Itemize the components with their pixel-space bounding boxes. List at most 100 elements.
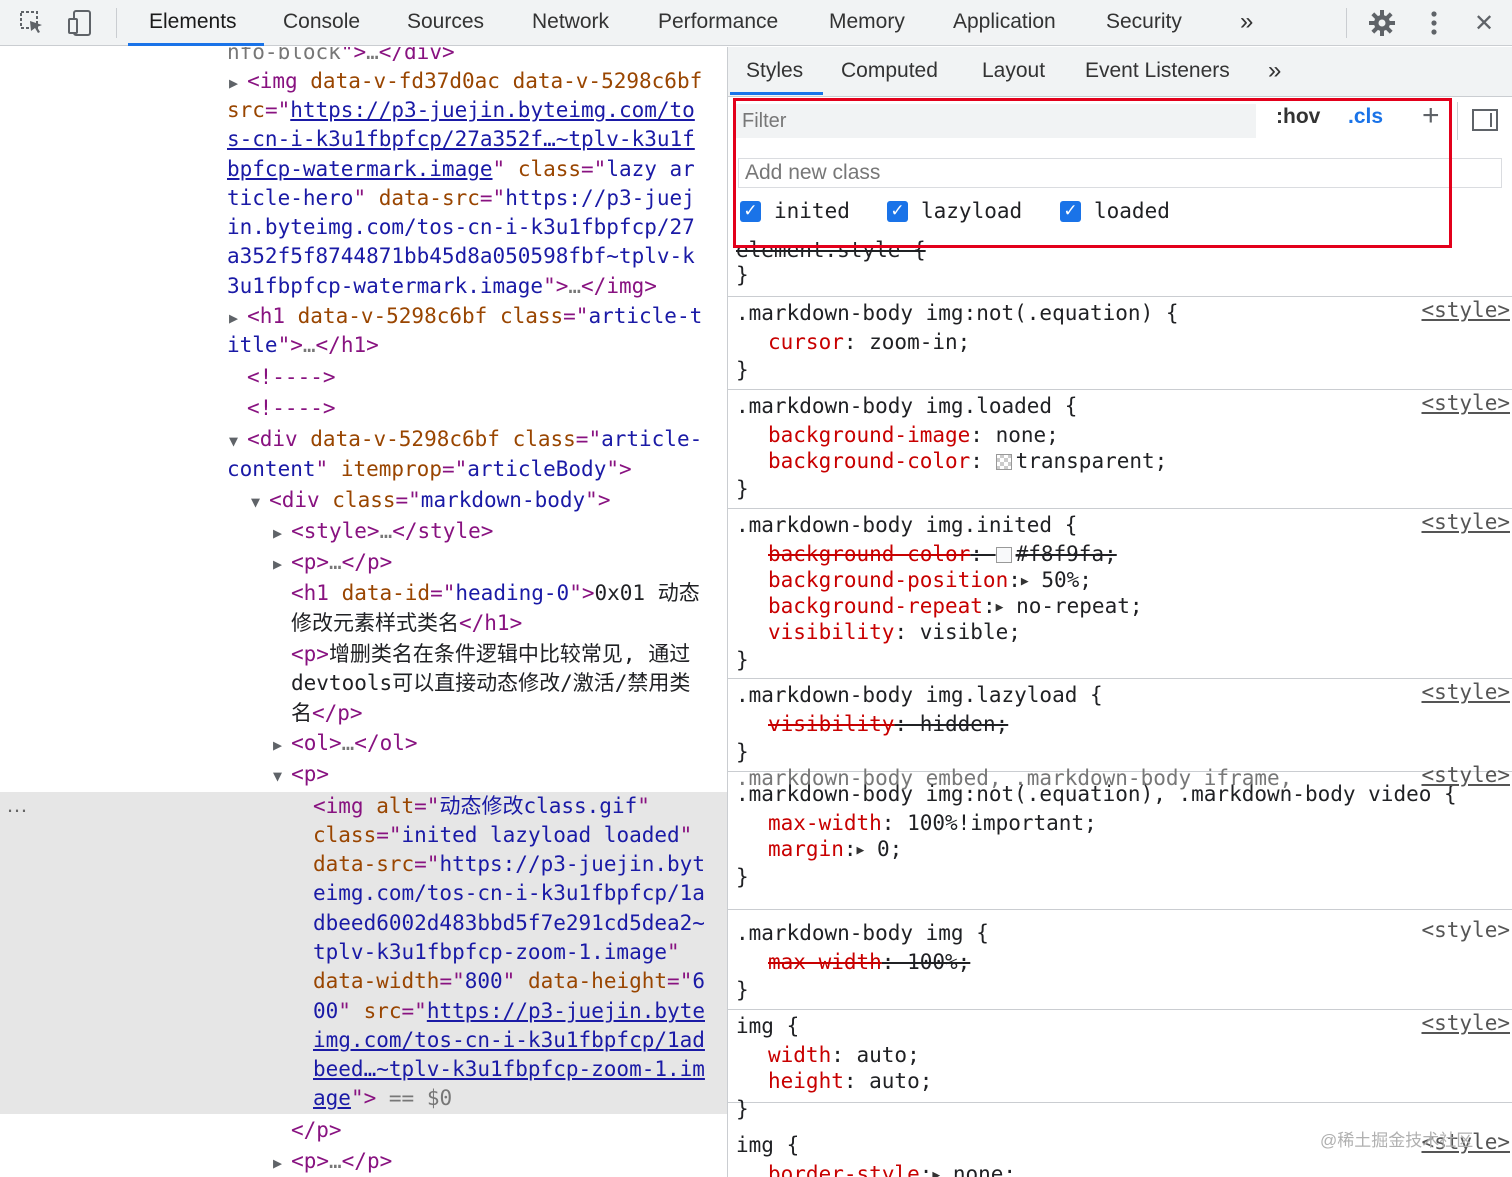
tab-security[interactable]: Security xyxy=(1106,0,1182,46)
tab-layout[interactable]: Layout xyxy=(982,47,1045,95)
dom-node-line[interactable]: ▶ <p>…</p> xyxy=(273,1147,392,1176)
style-declaration[interactable]: border-style:▶ none; xyxy=(768,1161,1016,1177)
dom-node-line[interactable]: img.com/tos-cn-i-k3u1fbpfcp/1ad xyxy=(313,1026,705,1055)
dom-node-line[interactable]: itle">…</h1> xyxy=(227,331,379,360)
dom-node-line[interactable]: age"> == $0 xyxy=(313,1084,452,1113)
style-declaration[interactable]: width: auto; xyxy=(768,1042,920,1068)
tab-sources[interactable]: Sources xyxy=(407,0,484,46)
inspect-cursor-icon[interactable] xyxy=(10,0,54,46)
style-declaration[interactable]: background-image: none; xyxy=(768,422,1059,448)
rule-source-link[interactable]: <style> xyxy=(1421,391,1510,415)
rule-source-link[interactable]: <style> xyxy=(1421,763,1510,787)
attribute-link[interactable]: bpfcp-watermark.image xyxy=(227,157,493,181)
expand-triangle-icon[interactable]: ▶ xyxy=(273,1154,291,1172)
expand-triangle-icon[interactable]: ▶ xyxy=(273,736,291,754)
dom-node-line[interactable]: 00" src="https://p3-juejin.byte xyxy=(313,997,705,1026)
tab-application[interactable]: Application xyxy=(953,0,1056,46)
tab-performance[interactable]: Performance xyxy=(658,0,778,46)
dom-node-line[interactable]: <!----> xyxy=(247,394,336,423)
dom-node-line[interactable]: ▼ <div data-v-5298c6bf class="article- xyxy=(229,425,702,454)
attribute-link[interactable]: https://p3-juejin.byte xyxy=(427,999,705,1023)
style-declaration[interactable]: margin:▶ 0; xyxy=(768,836,902,862)
dom-node-line[interactable]: beed…~tplv-k3u1fbpfcp-zoom-1.im xyxy=(313,1055,705,1084)
style-declaration[interactable]: max-width: 100%; xyxy=(768,949,970,975)
tab-console[interactable]: Console xyxy=(283,0,360,46)
style-declaration[interactable]: visibility: visible; xyxy=(768,619,1021,645)
expand-triangle-icon[interactable]: ▼ xyxy=(273,767,291,785)
dom-node-line[interactable]: 3u1fbpfcp-watermark.image">…</img> xyxy=(227,272,657,301)
dom-node-line[interactable]: s-cn-i-k3u1fbpfcp/27a352f…~tplv-k3u1f xyxy=(227,125,695,154)
computed-sidebar-toggle-icon[interactable] xyxy=(1472,109,1498,131)
attribute-link[interactable]: s-cn-i-k3u1fbpfcp/27a352f…~tplv-k3u1f xyxy=(227,127,695,151)
more-subtabs-chevron-icon[interactable]: » xyxy=(1268,47,1281,95)
dom-node-line[interactable]: nfo-block">…</div> xyxy=(227,47,455,67)
dom-node-line[interactable]: devtools可以直接动态修改/激活/禁用类 xyxy=(291,669,690,698)
tab-elements[interactable]: Elements xyxy=(149,0,237,46)
style-declaration[interactable]: background-position:▶ 50%; xyxy=(768,567,1092,593)
dom-node-line[interactable]: ▶ <p>…</p> xyxy=(273,548,392,577)
expand-shorthand-icon[interactable]: ▶ xyxy=(1021,574,1029,589)
dom-node-line[interactable]: ▼ <div class="markdown-body"> xyxy=(251,486,610,515)
node-actions-dots[interactable]: … xyxy=(6,792,28,818)
style-declaration[interactable]: background-repeat:▶ no-repeat; xyxy=(768,593,1143,619)
rule-source-link[interactable]: <style> xyxy=(1421,1011,1510,1035)
style-declaration[interactable]: max-width: 100%!important; xyxy=(768,810,1097,836)
tab-event-listeners[interactable]: Event Listeners xyxy=(1085,47,1230,95)
attribute-link[interactable]: beed…~tplv-k3u1fbpfcp-zoom-1.im xyxy=(313,1057,705,1081)
dom-node-line[interactable]: <img alt="动态修改class.gif" xyxy=(313,792,650,821)
elements-dom-tree[interactable]: … nfo-block">…</div> ▶ <img data-v-fd37d0… xyxy=(0,47,727,1177)
dom-node-line[interactable]: tplv-k3u1fbpfcp-zoom-1.image" xyxy=(313,938,680,967)
dom-node-line[interactable]: ticle-hero" data-src="https://p3-juej xyxy=(227,184,695,213)
expand-triangle-icon[interactable]: ▶ xyxy=(273,524,291,542)
dom-node-line[interactable]: ▶ <img data-v-fd37d0ac data-v-5298c6bf xyxy=(229,67,702,96)
tab-memory[interactable]: Memory xyxy=(829,0,905,46)
style-declaration[interactable]: height: auto; xyxy=(768,1068,932,1094)
tab-styles[interactable]: Styles xyxy=(746,47,803,95)
dom-node-line[interactable]: <p>增删类名在条件逻辑中比较常见, 通过 xyxy=(291,640,690,669)
dom-node-line[interactable]: src="https://p3-juejin.byteimg.com/to xyxy=(227,96,695,125)
dom-node-line[interactable]: ▶ <h1 data-v-5298c6bf class="article-t xyxy=(229,302,702,331)
dom-node-line[interactable]: eimg.com/tos-cn-i-k3u1fbpfcp/1a xyxy=(313,879,705,908)
dom-node-line[interactable]: ▶ <style>…</style> xyxy=(273,517,493,546)
tab-computed[interactable]: Computed xyxy=(841,47,938,95)
rule-source-link[interactable]: <style> xyxy=(1421,918,1510,942)
kebab-menu-icon[interactable] xyxy=(1412,0,1456,46)
gear-icon[interactable] xyxy=(1360,0,1404,46)
color-swatch-icon[interactable] xyxy=(995,454,1012,470)
dom-node-line[interactable]: <h1 data-id="heading-0">0x01 动态 xyxy=(291,579,700,608)
expand-triangle-icon[interactable]: ▶ xyxy=(229,74,247,92)
expand-triangle-icon[interactable]: ▶ xyxy=(273,555,291,573)
dom-node-line[interactable]: bpfcp-watermark.image" class="lazy ar xyxy=(227,155,695,184)
attribute-link[interactable]: age xyxy=(313,1086,351,1110)
style-declaration[interactable]: visibility: hidden; xyxy=(768,711,1008,737)
rule-source-link[interactable]: <style> xyxy=(1421,298,1510,322)
dom-node-line[interactable]: dbeed6002d483bbd5f7e291cd5dea2~ xyxy=(313,909,705,938)
style-declaration[interactable]: background-color: #f8f9fa; xyxy=(768,541,1117,567)
rule-source-link[interactable]: <style> xyxy=(1421,510,1510,534)
dom-node-line[interactable]: a352f5f8744871bb45d8a050598fbf~tplv-k xyxy=(227,242,695,271)
attribute-link[interactable]: img.com/tos-cn-i-k3u1fbpfcp/1ad xyxy=(313,1028,705,1052)
dom-node-line[interactable]: ▼ <p> xyxy=(273,760,329,789)
color-swatch-icon[interactable] xyxy=(995,547,1012,563)
expand-triangle-icon[interactable]: ▼ xyxy=(251,493,269,511)
dom-node-line[interactable]: data-src="https://p3-juejin.byt xyxy=(313,850,705,879)
expand-triangle-icon[interactable]: ▶ xyxy=(229,309,247,327)
dom-node-line[interactable]: 名</p> xyxy=(291,699,363,728)
style-declaration[interactable]: background-color: transparent; xyxy=(768,448,1167,474)
more-tabs-chevron-icon[interactable]: » xyxy=(1240,0,1253,46)
dom-node-line[interactable]: ▶ <ol>…</ol> xyxy=(273,729,418,758)
device-toggle-icon[interactable] xyxy=(58,0,102,46)
close-icon[interactable]: ✕ xyxy=(1462,0,1506,46)
attribute-link[interactable]: https://p3-juejin.byteimg.com/to xyxy=(290,98,695,122)
dom-node-line[interactable]: in.byteimg.com/tos-cn-i-k3u1fbpfcp/27 xyxy=(227,213,695,242)
tab-network[interactable]: Network xyxy=(532,0,609,46)
dom-node-line[interactable]: data-width="800" data-height="6 xyxy=(313,967,705,996)
dom-node-line[interactable]: content" itemprop="articleBody"> xyxy=(227,455,632,484)
dom-node-line[interactable]: <!----> xyxy=(247,363,336,392)
dom-node-line[interactable]: class="inited lazyload loaded" xyxy=(313,821,692,850)
dom-node-line[interactable]: </p> xyxy=(291,1116,342,1145)
style-declaration[interactable]: cursor: zoom-in; xyxy=(768,329,970,355)
dom-node-line[interactable]: 修改元素样式类名</h1> xyxy=(291,609,522,638)
rule-source-link[interactable]: <style> xyxy=(1421,680,1510,704)
expand-triangle-icon[interactable]: ▼ xyxy=(229,432,247,450)
